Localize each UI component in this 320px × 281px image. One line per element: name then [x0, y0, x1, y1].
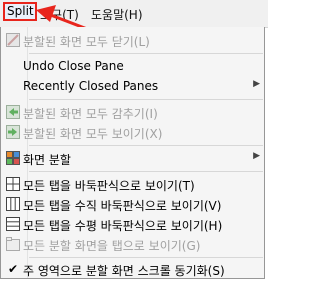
menu-separator	[29, 99, 263, 100]
menu-item-hide-all-splits[interactable]: 분할된 화면 모두 감추기(I)	[1, 102, 264, 122]
menu-item-tile-all[interactable]: 모든 탭을 바둑판식으로 보이기(T)	[1, 174, 264, 194]
menu-item-label: 분할된 화면 모두 닫기(L)	[23, 35, 150, 49]
menu-item-tile-horizontal[interactable]: 모든 탭을 수평 바둑판식으로 보이기(H)	[1, 214, 264, 234]
menu-item-label: 모든 탭을 수평 바둑판식으로 보이기(H)	[23, 219, 223, 233]
menu-item-close-all-splits[interactable]: 분할된 화면 모두 닫기(L)	[1, 30, 264, 50]
submenu-arrow-icon: ▶	[253, 151, 260, 161]
menu-item-undo-close-pane[interactable]: Undo Close Pane	[1, 56, 264, 76]
panes-to-tabs-icon	[6, 237, 20, 251]
menu-item-label: 모든 탭을 바둑판식으로 보이기(T)	[23, 179, 195, 193]
menu-item-tile-vertical[interactable]: 모든 탭을 수직 바둑판식으로 보이기(V)	[1, 194, 264, 214]
hide-panes-icon	[6, 105, 20, 119]
menu-item-label: 화면 분할	[23, 153, 71, 167]
menu-item-label: 모든 탭을 수직 바둑판식으로 보이기(V)	[23, 199, 222, 213]
split-dropdown-menu: 분할된 화면 모두 닫기(L) Undo Close Pane Recently…	[0, 27, 265, 279]
close-split-icon	[6, 33, 20, 47]
tile-horizontal-icon	[6, 217, 20, 231]
menu-separator	[29, 257, 263, 258]
menu-item-panes-to-tabs[interactable]: 모든 분할 화면을 탭으로 보이기(G)	[1, 234, 264, 254]
menu-tools[interactable]: 도구(T)	[40, 6, 79, 23]
menu-item-split-screen[interactable]: 화면 분할 ▶	[1, 148, 264, 168]
menu-bar: Split 도구(T) 도움말(H)	[0, 0, 268, 28]
split-screen-icon	[6, 151, 20, 165]
menu-separator	[29, 145, 263, 146]
menu-item-label: 분할된 화면 모두 보이기(X)	[23, 127, 163, 141]
menu-item-label: Undo Close Pane	[23, 59, 124, 73]
menu-item-sync-scroll[interactable]: ✔ 주 영역으로 분할 화면 스크롤 동기화(S)	[1, 259, 264, 279]
show-panes-icon	[6, 125, 20, 139]
menu-separator	[29, 53, 263, 54]
checkmark-icon: ✔	[7, 262, 19, 276]
menu-item-recently-closed-panes[interactable]: Recently Closed Panes ▶	[1, 76, 264, 96]
submenu-arrow-icon: ▶	[253, 79, 260, 89]
menu-separator	[29, 171, 263, 172]
menu-split[interactable]: Split	[3, 2, 37, 21]
menu-help[interactable]: 도움말(H)	[91, 6, 143, 23]
tile-vertical-icon	[6, 197, 20, 211]
menu-item-label: 분할된 화면 모두 감추기(I)	[23, 107, 158, 121]
menu-item-show-all-splits[interactable]: 분할된 화면 모두 보이기(X)	[1, 122, 264, 142]
tile-grid-icon	[6, 177, 20, 191]
menu-split-label: Split	[7, 4, 34, 18]
menu-item-label: 모든 분할 화면을 탭으로 보이기(G)	[23, 239, 201, 253]
menu-item-label: Recently Closed Panes	[23, 79, 159, 93]
menu-item-label: 주 영역으로 분할 화면 스크롤 동기화(S)	[23, 264, 225, 278]
